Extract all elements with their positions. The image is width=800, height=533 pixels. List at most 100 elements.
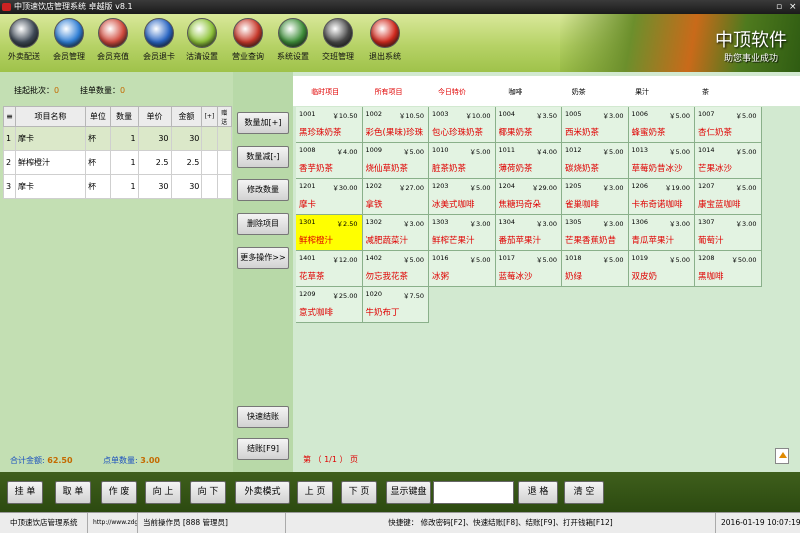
takeout-mode-button[interactable]: 外卖模式 (235, 481, 290, 504)
toolbar-button-2[interactable]: 会员充值 (91, 18, 135, 70)
toolbar-button-7[interactable]: 交班管理 (316, 18, 360, 70)
menu-item[interactable]: 1002 ￥10.50 彩色(果味)珍珠 (362, 107, 429, 143)
delete-item-button[interactable]: 删除项目 (237, 213, 289, 235)
menu-item[interactable]: 1207 ￥5.00 康宝蓝咖啡 (695, 179, 762, 215)
menu-item[interactable]: 1008 ￥4.00 香芋奶茶 (296, 143, 363, 179)
recharge-icon (98, 18, 128, 48)
menu-item[interactable]: 1011 ￥4.00 薄荷奶茶 (495, 143, 562, 179)
menu-item-name: 青瓜苹果汁 (631, 236, 675, 246)
order-cell-empty (216, 150, 233, 175)
order-row[interactable]: 1 摩卡杯 1 30 30 (2, 126, 233, 151)
more-actions-button[interactable]: 更多操作>> (237, 247, 289, 269)
menu-item[interactable]: 1208 ￥50.00 黑咖啡 (695, 251, 762, 287)
menu-item[interactable]: 1303 ￥3.00 鲜榨芒果汁 (429, 215, 496, 251)
menu-item[interactable]: 1017 ￥5.00 蓝莓冰沙 (495, 251, 562, 287)
category-tab-4[interactable]: 奶茶 (546, 76, 610, 106)
menu-item-code: 1011 (498, 146, 516, 154)
toolbar-button-8[interactable]: 退出系统 (363, 18, 407, 70)
menu-item[interactable]: 1301 ￥2.50 鲜榨橙汁 (296, 215, 363, 251)
qty-decrease-button[interactable]: 数量减[-] (237, 146, 289, 168)
category-tab-0[interactable]: 临时项目 (293, 76, 357, 106)
menu-item[interactable]: 1401 ￥12.00 花草茶 (296, 251, 363, 287)
menu-item-name: 葡萄汁 (698, 236, 724, 246)
toolbar-button-3[interactable]: 会员退卡 (137, 18, 181, 70)
menu-item[interactable]: 1305 ￥3.00 芒果香蕉奶昔 (562, 215, 629, 251)
void-button[interactable]: 作 废 (101, 481, 137, 504)
menu-item[interactable]: 1001 ￥10.50 黑珍珠奶茶 (296, 107, 363, 143)
close-icon[interactable]: × (789, 0, 797, 14)
menu-item-code: 1013 (631, 146, 649, 154)
menu-item[interactable]: 1007 ￥5.00 杏仁奶茶 (695, 107, 762, 143)
menu-item[interactable]: 1004 ￥3.50 椰果奶茶 (495, 107, 562, 143)
qty-increase-button[interactable]: 数量加[+] (237, 112, 289, 134)
menu-item-price: ￥5.00 (669, 112, 690, 120)
category-tab-5[interactable]: 果汁 (609, 76, 674, 106)
order-cell-empty (201, 126, 218, 151)
menu-item-price: ￥30.00 (332, 184, 358, 192)
menu-item[interactable]: 1013 ￥5.00 草莓奶昔冰沙 (628, 143, 695, 179)
menu-item[interactable]: 1020 ￥7.50 牛奶布丁 (362, 287, 429, 323)
menu-item[interactable]: 1304 ￥3.00 番茄苹果汁 (495, 215, 562, 251)
menu-item-price: ￥7.50 (403, 292, 424, 300)
checkout-button[interactable]: 结账[F9] (237, 438, 289, 460)
menu-item[interactable]: 1018 ￥5.00 奶绿 (562, 251, 629, 287)
move-up-button[interactable]: 向 上 (145, 481, 181, 504)
code-input[interactable] (433, 481, 514, 504)
menu-item[interactable]: 1202 ￥27.00 拿铁 (362, 179, 429, 215)
menu-item[interactable]: 1010 ￥5.00 脏茶奶茶 (429, 143, 496, 179)
menu-item[interactable]: 1019 ￥5.00 双皮奶 (628, 251, 695, 287)
menu-item[interactable]: 1201 ￥30.00 摩卡 (296, 179, 363, 215)
toolbar-button-5[interactable]: 营业查询 (226, 18, 270, 70)
menu-item[interactable]: 1206 ￥19.00 卡布奇诺咖啡 (628, 179, 695, 215)
menu-item[interactable]: 1014 ￥5.00 芒果冰沙 (695, 143, 762, 179)
menu-item-price: ￥10.50 (398, 112, 424, 120)
menu-item-price: ￥3.00 (602, 220, 624, 228)
menu-item[interactable]: 1006 ￥5.00 蜂蜜奶茶 (628, 107, 695, 143)
order-row[interactable]: 3 摩卡杯 1 30 30 (2, 174, 233, 199)
edit-qty-button[interactable]: 修改数量 (237, 179, 289, 201)
clear-button[interactable]: 清 空 (564, 481, 604, 504)
quick-checkout-button[interactable]: 快速结账 (237, 406, 289, 428)
menu-item-code: 1018 (565, 254, 582, 262)
menu-item[interactable]: 1005 ￥3.00 西米奶茶 (562, 107, 629, 143)
menu-item[interactable]: 1402 ￥5.00 勿忘我花茶 (362, 251, 429, 287)
show-keyboard-button[interactable]: 显示键盘 (386, 481, 431, 504)
prev-page-button[interactable]: 上 页 (297, 481, 333, 504)
take-order-button[interactable]: 取 单 (55, 481, 91, 504)
search-icon (233, 18, 263, 48)
category-tab-2[interactable]: 今日特价 (419, 76, 484, 106)
maximize-icon[interactable]: ▫ (776, 0, 782, 14)
menu-item[interactable]: 1306 ￥3.00 青瓜苹果汁 (628, 215, 695, 251)
card-icon (144, 18, 174, 48)
menu-item[interactable]: 1009 ￥5.00 烧仙草奶茶 (362, 143, 429, 179)
menu-item-name: 椰果奶茶 (498, 128, 533, 138)
toolbar-button-1[interactable]: 会员管理 (47, 18, 91, 70)
menu-item[interactable]: 1012 ￥5.00 碳烧奶茶 (562, 143, 629, 179)
category-tab-3[interactable]: 咖啡 (483, 76, 547, 106)
menu-item[interactable]: 1204 ￥29.00 焦糖玛奇朵 (495, 179, 562, 215)
hang-order-button[interactable]: 挂 单 (7, 481, 43, 504)
toolbar-button-0[interactable]: 外卖配送 (2, 18, 46, 70)
next-page-button[interactable]: 下 页 (341, 481, 377, 504)
backspace-button[interactable]: 退 格 (518, 481, 558, 504)
menu-item[interactable]: 1203 ￥5.00 冰美式咖啡 (429, 179, 496, 215)
menu-item[interactable]: 1307 ￥3.00 葡萄汁 (695, 215, 762, 251)
order-cell-no: 3 (2, 174, 17, 199)
move-down-button[interactable]: 向 下 (190, 481, 226, 504)
menu-item[interactable]: 1003 ￥10.00 包心珍珠奶茶 (429, 107, 496, 143)
menu-item[interactable]: 1016 ￥5.00 冰粥 (429, 251, 496, 287)
menu-item[interactable]: 1205 ￥3.00 雀巢咖啡 (562, 179, 629, 215)
category-tab-6[interactable]: 茶 (673, 76, 737, 106)
category-tab-7[interactable] (736, 76, 800, 106)
order-row[interactable]: 2 鲜榨橙汁杯 1 2.5 2.5 (2, 150, 233, 175)
menu-item-price: ￥5.00 (403, 256, 424, 264)
order-cell-empty (201, 174, 218, 199)
scroll-top-icon[interactable] (775, 448, 789, 464)
menu-item-code: 1306 (631, 218, 649, 226)
menu-item[interactable]: 1302 ￥3.00 减肥蔬菜汁 (362, 215, 429, 251)
toolbar-button-4[interactable]: 沽清设置 (180, 18, 224, 70)
category-tab-1[interactable]: 所有项目 (356, 76, 420, 106)
menu-item[interactable]: 1209 ￥25.00 意式咖啡 (296, 287, 363, 323)
order-cell-amount: 30 (170, 126, 203, 151)
toolbar-button-6[interactable]: 系统设置 (271, 18, 315, 70)
